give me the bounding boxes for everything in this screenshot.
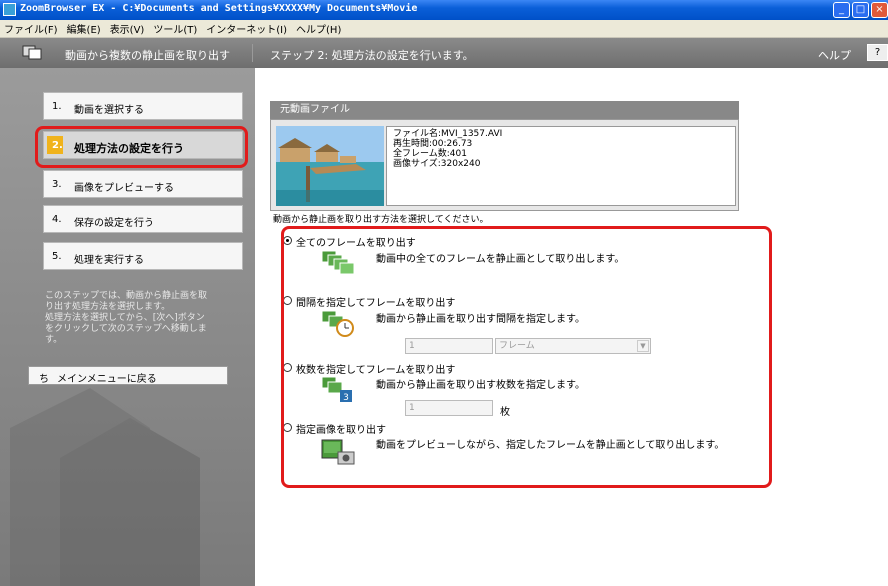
- decorative-background: [10, 388, 200, 586]
- title-bar: ZoomBrowser EX - C:¥Documents and Settin…: [0, 0, 888, 20]
- close-button[interactable]: ×: [871, 2, 888, 18]
- step-caption: ステップ 2: 処理方法の設定を行います。: [270, 49, 474, 62]
- window-title: ZoomBrowser EX - C:¥Documents and Settin…: [20, 3, 418, 14]
- task-title: 動画から複数の静止画を取り出す: [65, 49, 230, 62]
- header-divider: [252, 44, 253, 62]
- minimize-button[interactable]: _: [833, 2, 850, 18]
- movie-stills-icon: [22, 45, 42, 60]
- active-step-highlight: [35, 126, 248, 168]
- step-select-movie[interactable]: 1. 動画を選択する: [43, 92, 243, 120]
- step-label: 処理を実行する: [74, 255, 144, 266]
- menu-bar: ファイル(F) 編集(E) 表示(V) ツール(T) インターネット(I) ヘルプ(H): [0, 20, 888, 38]
- options-highlight: [281, 226, 772, 488]
- image-size: 画像サイズ:320x240: [393, 159, 481, 169]
- step-label: 動画を選択する: [74, 105, 144, 116]
- step-label: 保存の設定を行う: [74, 218, 154, 229]
- frame-count: 全フレーム数:401: [393, 149, 467, 159]
- back-arrow-icon: ち: [39, 374, 49, 385]
- menu-view[interactable]: 表示(V): [106, 20, 150, 36]
- main-menu-button[interactable]: ち メインメニューに戻る: [28, 366, 228, 385]
- task-header: 動画から複数の静止画を取り出す ステップ 2: 処理方法の設定を行います。 ヘル…: [0, 38, 888, 68]
- play-time: 再生時間:00:26.73: [393, 139, 473, 149]
- source-file-header: 元動画ファイル: [270, 101, 739, 119]
- instruction-text: 動画から静止画を取り出す方法を選択してください。: [273, 215, 489, 225]
- movie-thumbnail: [276, 126, 384, 206]
- file-name: ファイル名:MVI_1357.AVI: [393, 129, 503, 139]
- maximize-button[interactable]: □: [852, 2, 869, 18]
- source-file-info: ファイル名:MVI_1357.AVI 再生時間:00:26.73 全フレーム数:…: [386, 126, 736, 206]
- menu-internet[interactable]: インターネット(I): [202, 20, 292, 36]
- step-description: このステップでは、動画から静止画を取 り出す処理方法を選択します。 処理方法を選…: [45, 291, 208, 345]
- help-label[interactable]: ヘルプ: [818, 47, 851, 63]
- step-save-settings[interactable]: 4. 保存の設定を行う: [43, 205, 243, 233]
- step-preview-images[interactable]: 3. 画像をプレビューする: [43, 170, 243, 198]
- menu-help[interactable]: ヘルプ(H): [292, 20, 346, 36]
- help-button[interactable]: ?: [867, 44, 888, 61]
- step-label: 画像をプレビューする: [74, 183, 174, 194]
- app-icon: [3, 3, 16, 16]
- menu-file[interactable]: ファイル(F): [0, 20, 63, 36]
- menu-edit[interactable]: 編集(E): [63, 20, 106, 36]
- menu-tools[interactable]: ツール(T): [149, 20, 202, 36]
- step-execute[interactable]: 5. 処理を実行する: [43, 242, 243, 270]
